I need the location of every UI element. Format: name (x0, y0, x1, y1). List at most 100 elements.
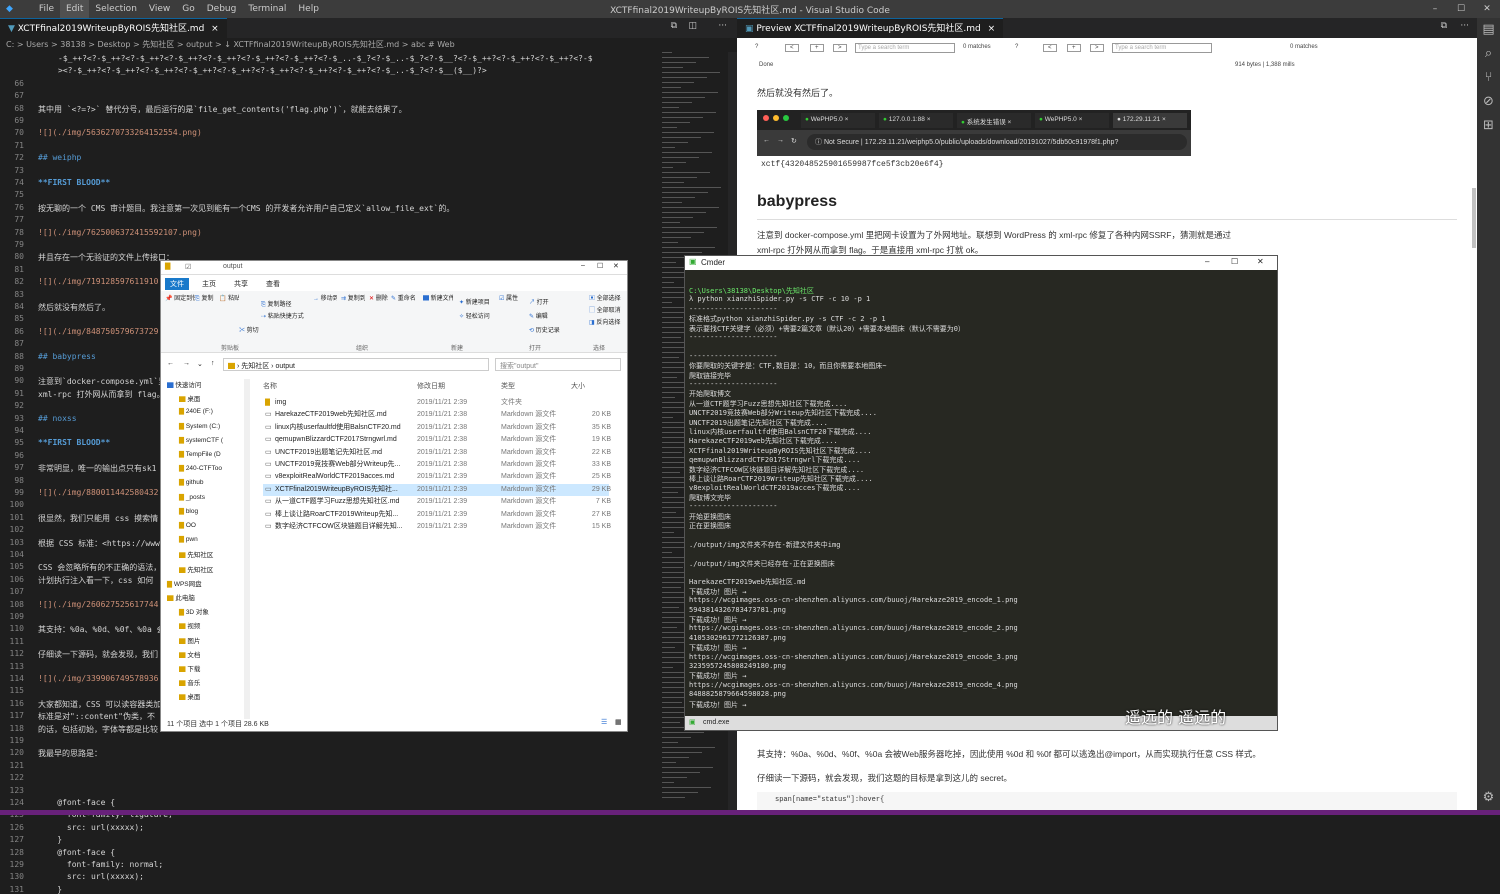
more-actions-icon[interactable]: ··· (718, 21, 727, 31)
code-line[interactable]: **FIRST BLOOD** (38, 438, 110, 447)
code-line[interactable]: ![](./img/848750579673729... (38, 327, 173, 336)
file-row[interactable]: ▭ v8exploitRealWorldCTF2019acces.md 2019/1… (263, 471, 611, 483)
maximize-icon[interactable]: ☐ (597, 262, 603, 270)
files-icon[interactable]: ▤ (1477, 18, 1500, 42)
nav-item[interactable]: ▇ 下载 (179, 663, 200, 673)
nav-item[interactable]: ▇ 快速访问 (167, 379, 201, 389)
menu-item[interactable]: Debug (201, 0, 243, 18)
file-row[interactable]: ▭ linux内核userfaultfd使用BalsnCTF20.md 2019/1… (263, 422, 611, 434)
minimize-icon[interactable]: – (581, 262, 585, 269)
menu-item[interactable]: Selection (89, 0, 142, 18)
nav-item[interactable]: ▇ System (C:) (179, 422, 220, 430)
file-row[interactable]: ▭ UNCTF2019竞技赛Web部分Writeup先... 2019/11/21 … (263, 459, 611, 471)
console-tab[interactable]: cmd.exe (703, 719, 729, 726)
ribbon-button[interactable]: ▢ 全部取消 (589, 305, 629, 314)
code-line[interactable]: } (38, 885, 62, 894)
close-icon[interactable]: ✕ (1257, 257, 1264, 266)
nav-item[interactable]: ▇ 音乐 (179, 677, 200, 687)
menu-item[interactable]: File (33, 0, 60, 18)
ribbon-button[interactable]: ◨ 反向选择 (589, 317, 629, 326)
debug-icon[interactable]: ⊘ (1477, 90, 1500, 114)
maximize-icon[interactable]: ☐ (1231, 257, 1238, 266)
up-icon[interactable]: ↑ (211, 360, 215, 367)
nav-item[interactable]: ▇ 桌面 (179, 691, 200, 701)
forward-icon[interactable]: → (183, 360, 190, 367)
ribbon-button[interactable]: ⎘ 复制路径 (261, 299, 321, 309)
nav-item[interactable]: ▇ systemCTF ( (179, 436, 223, 444)
nav-item[interactable]: ▇ WPS网盘 (167, 578, 202, 588)
code-line[interactable]: src: url(xxxxx); (38, 823, 144, 832)
split-editor-icon[interactable]: ⧉ (1441, 21, 1447, 31)
code-line[interactable]: CSS 会忽略所有的不正确的语法， (38, 562, 161, 573)
preview-scrollbar-thumb[interactable] (1472, 188, 1476, 248)
ribbon-button[interactable]: ✂ 剪切 (239, 325, 269, 334)
code-line[interactable]: @font-face { (38, 848, 115, 857)
ribbon-button[interactable]: ✎ 编辑 (529, 311, 559, 320)
file-row[interactable]: ▭ 从一道CTF题学习Fuzz思想先知社区.md 2019/11/21 2:39 Ma… (263, 496, 611, 508)
recent-icon[interactable]: ⌄ (197, 360, 203, 368)
ribbon-button[interactable]: ⇢ 粘贴快捷方式 (261, 311, 321, 320)
nav-item[interactable]: ▇ 图片 (179, 635, 200, 645)
code-line[interactable]: ![](./img/339906749578936... (38, 674, 173, 683)
menu-item[interactable]: Go (176, 0, 200, 18)
ribbon-button[interactable]: ▣ 全部选择 (589, 293, 629, 302)
file-row[interactable]: ▭ UNCTF2019出题笔记先知社区.md 2019/11/21 2:38 Mark… (263, 447, 611, 459)
ribbon-button[interactable]: ⟲ 历史记录 (529, 325, 569, 334)
close-icon[interactable]: ✕ (1474, 0, 1500, 18)
code-line[interactable]: 的话，包括初始，字体等都是比较 (38, 724, 158, 735)
ribbon-tab[interactable]: 主页 (197, 278, 221, 290)
menu-item[interactable]: View (143, 0, 176, 18)
ribbon-button[interactable]: ↗ 打开 (529, 297, 559, 306)
ribbon-button[interactable]: ✎ 重命名 (391, 293, 415, 302)
search-input[interactable]: 搜索"output" (495, 358, 621, 371)
close-icon[interactable]: ✕ (613, 262, 619, 270)
minimize-icon[interactable]: – (1422, 0, 1448, 18)
file-row[interactable]: ▭ XCTFfinal2019WriteupByROIS先知社... 2019/11… (263, 483, 611, 496)
menu-item[interactable]: Help (292, 0, 325, 18)
nav-item[interactable]: ▇ 先知社区 (179, 549, 213, 559)
code-line[interactable]: 仔细读一下源码，就会发现，我们 (38, 649, 158, 660)
column-header[interactable]: 修改日期 (417, 381, 445, 391)
code-line[interactable]: 并且存在一个无验证的文件上传接口： (38, 252, 174, 263)
code-line[interactable]: ![](./img/7625006372415592107.png) (38, 228, 202, 237)
cmder-window[interactable]: ▣ Cmder – ☐ ✕ C:\Users\38138\Desktop\先知社… (684, 255, 1278, 731)
file-explorer-window[interactable]: ▇ ☑ output – ☐ ✕ 文件主页共享查看 📌 固定到快速访问⎘ 复制 📋… (160, 260, 628, 732)
open-preview-icon[interactable]: ◫ (688, 21, 697, 31)
address-bar[interactable]: ▇ › 先知社区 › output (223, 358, 489, 371)
code-line[interactable]: **FIRST BLOOD** (38, 178, 110, 187)
code-line[interactable]: ## babypress (38, 352, 96, 361)
nav-item[interactable]: ▇ 视频 (179, 620, 200, 630)
nav-item[interactable]: ▇ 桌面 (179, 393, 200, 403)
code-line[interactable]: 其支持：%0a、%0d、%0f、%0a 会 (38, 624, 165, 635)
ribbon-tab[interactable]: 文件 (165, 278, 189, 290)
file-row[interactable]: ▇ img 2019/11/21 2:39 文件夹 (263, 397, 609, 409)
code-line[interactable]: 很显然，我们只能用 css 摸索情 (38, 513, 158, 524)
column-header[interactable]: 大小 (571, 381, 585, 391)
ribbon-button[interactable]: → 移动到 (313, 293, 337, 302)
back-icon[interactable]: ← (167, 360, 174, 367)
code-line[interactable]: 其中用 `<?=?>` 替代分号，最后运行的是`file_get_content… (38, 104, 407, 115)
column-header[interactable]: 类型 (501, 381, 515, 391)
nav-item[interactable]: ▇ OO (179, 521, 196, 529)
nav-item[interactable]: ▇ TempFile (D (179, 450, 221, 458)
large-icons-view-icon[interactable]: ▦ (615, 718, 622, 726)
code-line[interactable]: 按无聊的一个 CMS 审计题目。我注意第一次见到能有一个CMS 的开发者允许用户… (38, 203, 454, 214)
breadcrumb[interactable]: C: > Users > 38138 > Desktop > 先知社区 > ou… (0, 38, 737, 52)
maximize-icon[interactable]: ☐ (1448, 0, 1474, 18)
code-line[interactable]: 然后就没有然后了。 (38, 302, 110, 313)
column-header[interactable]: 名称 (263, 381, 277, 391)
code-line[interactable]: font-family: normal; (38, 860, 163, 869)
code-line[interactable]: -$_++?<?-$_++?<?-$_++?<?-$_++?<?-$_++?<?… (58, 54, 593, 63)
nav-item[interactable]: ▇ 此电脑 (167, 592, 195, 602)
details-view-icon[interactable]: ☰ (601, 718, 607, 726)
nav-item[interactable]: ▇ 先知社区 (179, 564, 213, 574)
nav-item[interactable]: ▇ 240-CTFToo (179, 464, 222, 472)
minimize-icon[interactable]: – (1205, 257, 1209, 266)
ribbon-button[interactable]: ▇ 新建文件夹 (423, 293, 453, 302)
ribbon-button[interactable]: ☑ 属性 (499, 293, 519, 302)
source-control-icon[interactable]: ⑂ (1477, 66, 1500, 90)
extensions-icon[interactable]: ⊞ (1477, 114, 1500, 138)
nav-item[interactable]: ▇ github (179, 478, 204, 486)
code-line[interactable]: 我最早的思路是： (38, 748, 102, 759)
code-line[interactable]: @font-face { (38, 798, 115, 807)
